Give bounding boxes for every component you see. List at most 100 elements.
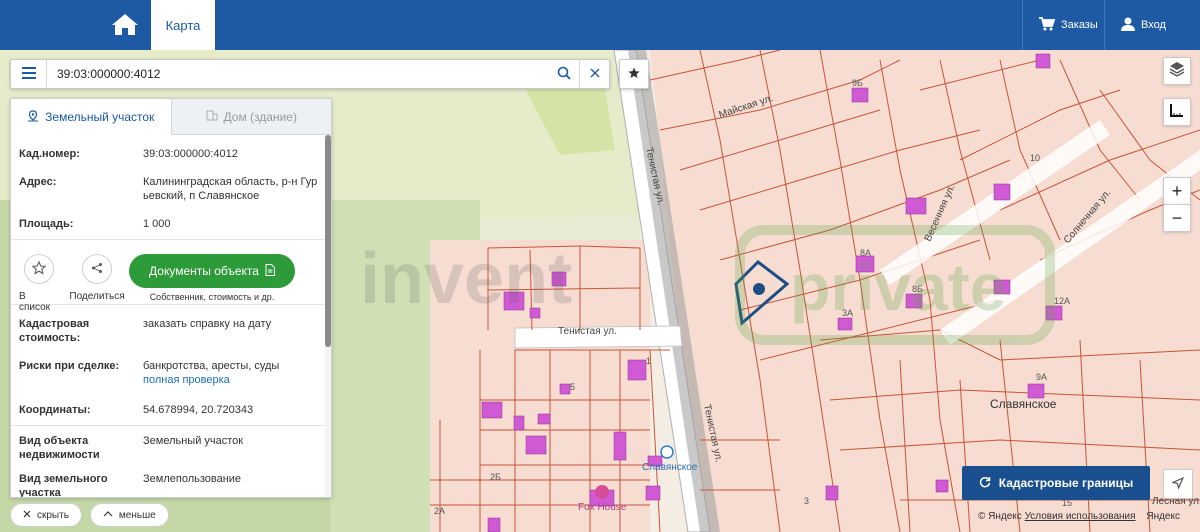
tab-house-label: Дом (здание) bbox=[223, 109, 297, 124]
minus-icon: − bbox=[1171, 207, 1183, 228]
cadastral-borders-button[interactable]: Кадастровые границы bbox=[962, 466, 1150, 500]
hide-panel-label: скрыть bbox=[37, 509, 69, 521]
object-documents-button[interactable]: Документы объекта bbox=[129, 254, 295, 288]
cad-number-row: Кад.номер: 39:03:000000:4012 bbox=[19, 147, 321, 173]
search-bar bbox=[10, 59, 610, 89]
location-pin-icon bbox=[27, 109, 39, 125]
house-number: 10 bbox=[1030, 153, 1040, 163]
house-number: 12А bbox=[1054, 296, 1070, 306]
risks-value: банкротства, аресты, суды bbox=[143, 360, 280, 372]
add-to-list-button[interactable]: В список bbox=[19, 254, 59, 313]
house-number: 9А bbox=[1036, 372, 1047, 382]
cad-number-link[interactable]: 39:03:000000:4012 bbox=[143, 147, 321, 173]
poi-marker-icon[interactable] bbox=[660, 445, 674, 459]
clear-search-button[interactable] bbox=[579, 60, 609, 88]
layers-button[interactable] bbox=[1163, 57, 1191, 85]
geolocation-button[interactable] bbox=[1163, 469, 1193, 499]
share-icon bbox=[91, 262, 103, 277]
land-type-row: Вид земельного участка Землепользование bbox=[19, 472, 321, 498]
tab-map[interactable]: Карта bbox=[151, 0, 215, 50]
cart-icon bbox=[1039, 16, 1056, 34]
cad-cost-label: Кадастровая стоимость: bbox=[19, 318, 90, 344]
object-type-value: Земельный участок bbox=[143, 435, 244, 447]
watermark-text-right: private bbox=[790, 250, 1006, 324]
address-row: Адрес: Калининградская область, р-н Гурь… bbox=[19, 175, 321, 217]
cad-cost-row: Кадастровая стоимость: заказать справку … bbox=[19, 317, 321, 359]
copyright-prefix: © Яндекс bbox=[978, 511, 1022, 522]
favorites-button[interactable] bbox=[619, 59, 649, 89]
star-icon bbox=[628, 67, 640, 82]
actions-row: В список Поделиться Документы объекта Со bbox=[19, 240, 321, 313]
chevron-up-icon bbox=[103, 510, 113, 521]
top-navigation-bar: Карта Заказы Вход bbox=[0, 0, 1200, 50]
yandex-logo: Яндекс bbox=[1146, 511, 1180, 522]
house-number: 9Б bbox=[852, 78, 863, 88]
home-button[interactable] bbox=[100, 0, 150, 50]
order-certificate-link[interactable]: заказать справку на дату bbox=[143, 317, 321, 359]
search-button[interactable] bbox=[549, 60, 579, 88]
navigation-arrow-icon bbox=[1171, 476, 1185, 492]
area-label: Площадь: bbox=[19, 218, 74, 230]
orders-button[interactable]: Заказы bbox=[1022, 0, 1104, 50]
zoom-in-button[interactable]: + bbox=[1163, 177, 1191, 205]
share-button[interactable]: Поделиться bbox=[69, 254, 125, 302]
poi-label-foxhouse[interactable]: Fox House bbox=[578, 502, 627, 513]
docs-subtitle: Собственник, стоимость и др. bbox=[149, 292, 275, 302]
coords-value: 54.678994, 20.720343 bbox=[143, 404, 254, 416]
cad-number-label: Кад.номер: bbox=[19, 148, 80, 160]
place-label-slavyanskoe: Славянское bbox=[990, 397, 1057, 411]
tab-land-plot-label: Земельный участок bbox=[45, 110, 155, 124]
tab-house[interactable]: Дом (здание) bbox=[171, 99, 331, 135]
object-type-label: Вид объекта недвижимости bbox=[19, 435, 100, 461]
search-input[interactable] bbox=[47, 60, 549, 88]
ruler-button[interactable] bbox=[1163, 98, 1191, 126]
user-icon bbox=[1121, 17, 1135, 34]
house-number: 2Б bbox=[490, 472, 501, 482]
coords-label: Координаты: bbox=[19, 404, 91, 416]
street-label-tenistaya-2: Тенистая ул. bbox=[558, 326, 617, 337]
object-type-row: Вид объекта недвижимости Земельный участ… bbox=[19, 434, 321, 470]
menu-button[interactable] bbox=[11, 60, 47, 88]
collapse-panel-label: меньше bbox=[118, 509, 156, 521]
login-button[interactable]: Вход bbox=[1104, 0, 1200, 50]
house-number: 8Б bbox=[912, 284, 923, 294]
land-type-value: Землепользование bbox=[143, 473, 242, 485]
orders-label: Заказы bbox=[1061, 19, 1098, 31]
hamburger-icon bbox=[21, 66, 36, 82]
cadastral-borders-label: Кадастровые границы bbox=[998, 476, 1134, 490]
area-value: 1 000 bbox=[143, 218, 171, 230]
share-label: Поделиться bbox=[69, 291, 125, 302]
risks-label: Риски при сделке: bbox=[19, 360, 120, 372]
building-icon bbox=[206, 109, 218, 124]
login-label: Вход bbox=[1141, 19, 1166, 31]
layers-icon bbox=[1169, 61, 1185, 82]
address-value: Калининградская область, р-н Гурьевский,… bbox=[143, 176, 318, 202]
plus-icon: + bbox=[1171, 180, 1183, 201]
tab-land-plot[interactable]: Земельный участок bbox=[11, 99, 172, 135]
land-type-label: Вид земельного участка bbox=[19, 473, 108, 498]
refresh-icon bbox=[979, 476, 991, 491]
terms-of-use-link[interactable]: Условия использования bbox=[1025, 511, 1136, 522]
house-number: 3А bbox=[842, 308, 853, 318]
close-icon bbox=[23, 510, 31, 521]
watermark-text-left: invent bbox=[360, 239, 572, 319]
object-info-panel: Земельный участок Дом (здание) Кад.номер… bbox=[10, 98, 332, 498]
close-icon bbox=[590, 67, 600, 81]
poi-label-slavyanskoe[interactable]: Славянское bbox=[642, 462, 698, 473]
zoom-out-button[interactable]: − bbox=[1163, 204, 1191, 232]
coords-row: Координаты: 54.678994, 20.720343 bbox=[19, 403, 321, 425]
collapse-panel-button[interactable]: меньше bbox=[89, 503, 169, 527]
hide-panel-button[interactable]: скрыть bbox=[10, 503, 82, 527]
add-to-list-label: В список bbox=[19, 291, 51, 313]
house-number: 3 bbox=[804, 496, 809, 506]
map-copyright: © Яндекс Условия использования Яндекс bbox=[978, 511, 1180, 522]
poi-marker-icon[interactable] bbox=[595, 485, 609, 499]
area-row: Площадь: 1 000 bbox=[19, 217, 321, 239]
docs-button-label: Документы объекта bbox=[149, 264, 259, 278]
panel-scrollbar-thumb[interactable] bbox=[325, 135, 331, 347]
full-check-link[interactable]: полная проверка bbox=[143, 373, 321, 387]
search-icon bbox=[557, 66, 571, 83]
house-number: 5 bbox=[570, 382, 575, 392]
ruler-icon bbox=[1169, 102, 1185, 123]
star-outline-icon bbox=[31, 260, 47, 278]
